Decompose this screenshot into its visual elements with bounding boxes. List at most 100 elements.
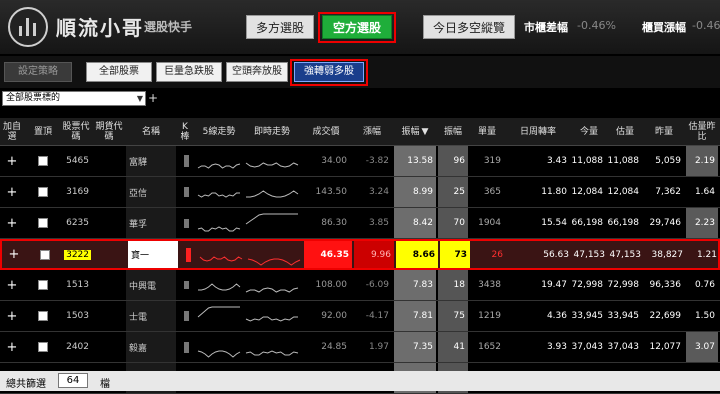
trend-sparkline (198, 241, 244, 268)
yday-value: 7,362 (655, 187, 681, 197)
col-trend[interactable]: 5線走勢 (196, 118, 242, 146)
col-volume[interactable]: 單量 (470, 118, 504, 146)
overview-button[interactable]: 今日多空縱覽 (423, 15, 515, 39)
vol-cell: 1652 (470, 332, 504, 362)
pin-top-checkbox[interactable] (28, 146, 58, 176)
price-value: 24.85 (321, 342, 347, 352)
app-logo-subtitle: 選股快手 (144, 20, 193, 34)
pin-top-checkbox[interactable] (28, 177, 58, 207)
col-code[interactable]: 股票代碼 (60, 118, 92, 146)
col-qty[interactable]: 今量 (572, 118, 606, 146)
code-value: 1513 (66, 280, 89, 290)
trend-sparkline (196, 301, 242, 331)
amp-value: 7.83 (412, 280, 433, 290)
col-top[interactable]: 置頂 (28, 118, 58, 146)
bear-breakout-button[interactable]: 空頭奔放股 (226, 62, 288, 82)
intraday-sparkline (244, 301, 300, 331)
name-cell[interactable]: 毅嘉 (126, 332, 176, 362)
stock-universe-value: 全部股票標的 (6, 93, 61, 103)
add-watchlist-icon[interactable]: + (0, 301, 24, 331)
pin-top-checkbox[interactable] (30, 241, 60, 268)
table-row[interactable]: +2402 毅嘉 24.85 1.97 7.35 41 1652 3.93 37,043 37,0… (0, 332, 720, 363)
col-intraday[interactable]: 即時走勢 (244, 118, 300, 146)
col-turnover[interactable]: 日周轉率 (506, 118, 570, 146)
col-add[interactable]: 加自選 (0, 118, 24, 146)
ratio-cell: 1.21 (688, 241, 720, 268)
pin-top-checkbox[interactable] (28, 332, 58, 362)
col-futures[interactable]: 期貨代碼 (94, 118, 124, 146)
amp2-cell: 73 (440, 241, 470, 268)
col-ratio[interactable]: 估量昨比 (686, 118, 718, 146)
col-amplitude[interactable]: 振幅 ▼ (394, 118, 436, 146)
long-select-button[interactable]: 多方選股 (246, 15, 314, 39)
chg-value: 3.24 (368, 187, 389, 197)
all-stocks-button[interactable]: 全部股票 (86, 62, 152, 82)
market-diff-value: -0.46% (577, 19, 616, 32)
table-row[interactable]: +6235 華孚 86.30 3.85 8.42 70 1904 15.54 66,198 66,… (0, 208, 720, 239)
name-value: 中興電 (129, 281, 157, 292)
add-watchlist-icon[interactable]: + (0, 177, 24, 207)
name-cell[interactable]: 中興電 (126, 270, 176, 300)
stock-universe-select[interactable]: 全部股票標的 ▼ (2, 91, 146, 106)
add-filter-button[interactable]: + (148, 91, 159, 106)
est-value: 11,088 (607, 156, 640, 166)
table-row[interactable]: +1503 士電 92.00 -4.17 7.81 75 1219 4.36 33,945 33,… (0, 301, 720, 332)
vol-value: 1219 (478, 311, 501, 321)
pin-top-checkbox[interactable] (28, 270, 58, 300)
chg-value: -6.09 (365, 280, 389, 290)
add-watchlist-icon[interactable]: + (0, 270, 24, 300)
name-cell[interactable]: 華孚 (126, 208, 176, 238)
set-strategy-button[interactable]: 設定策略 (4, 62, 72, 82)
vol-value: 365 (483, 187, 501, 197)
vol-value: 26 (491, 249, 503, 260)
add-watchlist-icon[interactable]: + (2, 241, 26, 268)
col-kbar[interactable]: K棒 (178, 118, 192, 146)
table-row[interactable]: +1513 中興電 108.00 -6.09 7.83 18 3438 19.47 72,998… (0, 270, 720, 301)
turnover-value: 3.93 (546, 342, 567, 352)
table-row[interactable]: +3222 寶一 46.35 9.96 8.66 73 26 56.63 47,153 47,15… (0, 239, 720, 270)
ratio-cell: 1.64 (686, 177, 718, 207)
price-value: 92.00 (321, 311, 347, 321)
chg-value: 1.97 (368, 342, 389, 352)
add-watchlist-icon[interactable]: + (0, 146, 24, 176)
trend-sparkline (196, 332, 242, 362)
amp2-value: 18 (453, 280, 465, 290)
code-value: 3169 (66, 187, 89, 197)
name-cell[interactable]: 士電 (126, 301, 176, 331)
add-watchlist-icon[interactable]: + (0, 208, 24, 238)
kbar-icon (182, 241, 194, 268)
table-header: 加自選 置頂 股票代碼 期貨代碼 名稱 K棒 5線走勢 即時走勢 成交價 漲幅 … (0, 118, 720, 146)
futures-code-cell (94, 332, 124, 362)
col-est[interactable]: 估量 (608, 118, 642, 146)
name-cell[interactable]: 富驊 (126, 146, 176, 176)
add-watchlist-icon[interactable]: + (0, 332, 24, 362)
col-name[interactable]: 名稱 (126, 118, 176, 146)
strong-to-weak-button[interactable]: 強轉弱多股 (294, 62, 364, 82)
table-row[interactable]: +5465 富驊 34.00 -3.82 13.58 96 319 3.43 11,088 11,… (0, 146, 720, 177)
filter-count-unit: 檔 (100, 379, 110, 390)
col-amplitude2[interactable]: 振幅 (438, 118, 468, 146)
pin-top-checkbox[interactable] (28, 301, 58, 331)
logo-icon (8, 7, 48, 47)
col-change[interactable]: 漲幅 (352, 118, 392, 146)
amp2-value: 25 (453, 187, 465, 197)
name-cell[interactable]: 亞信 (126, 177, 176, 207)
intraday-sparkline (244, 177, 300, 207)
vol-cell: 1904 (470, 208, 504, 238)
col-yday[interactable]: 昨量 (644, 118, 684, 146)
price-cell: 143.50 (302, 177, 350, 207)
filter-count-value: 64 (58, 373, 88, 388)
pin-top-checkbox[interactable] (28, 208, 58, 238)
col-price[interactable]: 成交價 (302, 118, 350, 146)
amp2-cell: 75 (438, 301, 468, 331)
chg-cell: -3.82 (352, 146, 392, 176)
short-select-button[interactable]: 空方選股 (322, 15, 392, 39)
turnover-cell: 19.47 (506, 270, 570, 300)
table-row[interactable]: +3169 亞信 143.50 3.24 8.99 25 365 11.80 12,084 12,… (0, 177, 720, 208)
ratio-cell: 0.76 (686, 270, 718, 300)
volume-drop-button[interactable]: 巨量急跌股 (156, 62, 222, 82)
name-cell[interactable]: 寶一 (128, 241, 178, 268)
vol-value: 1652 (478, 342, 501, 352)
turnover-value: 15.54 (541, 218, 567, 228)
trend-sparkline (196, 208, 242, 238)
